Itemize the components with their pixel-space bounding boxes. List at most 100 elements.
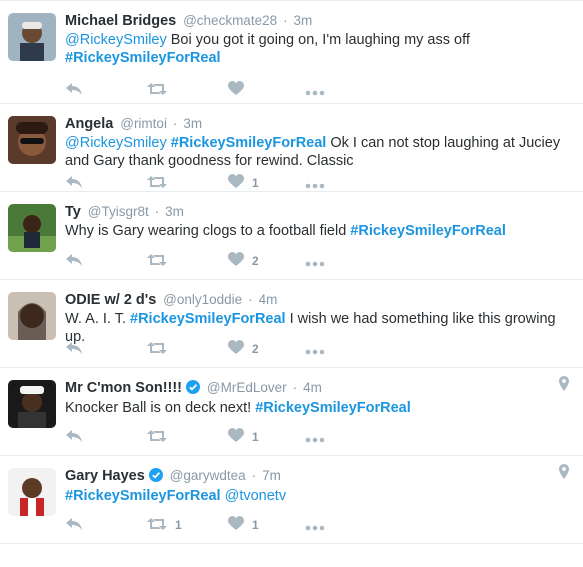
- time-separator: ·: [292, 379, 298, 395]
- more-button[interactable]: [305, 254, 325, 272]
- avatar[interactable]: [8, 116, 56, 164]
- tweet-timestamp[interactable]: 3m: [165, 204, 184, 219]
- avatar[interactable]: [8, 204, 56, 252]
- tweet-text-segment: Boi you got it going on, I'm laughing my…: [166, 32, 470, 48]
- reply-icon: [65, 253, 83, 270]
- reply-button[interactable]: [65, 81, 83, 99]
- tweet-text-segment: Knocker Ball is on deck next!: [65, 400, 256, 416]
- time-separator: ·: [251, 467, 257, 483]
- retweet-icon: [147, 175, 167, 192]
- hashtag-link[interactable]: #RickeySmileyForReal: [171, 135, 327, 151]
- hashtag-link[interactable]: #RickeySmileyForReal: [65, 488, 221, 504]
- user-fullname[interactable]: Angela: [65, 116, 113, 132]
- user-handle[interactable]: @garywdtea: [170, 468, 246, 483]
- tweet-timestamp[interactable]: 3m: [183, 116, 202, 131]
- time-separator: ·: [248, 291, 253, 307]
- tweet[interactable]: Michael Bridges @checkmate28 · 3m @Ricke…: [0, 1, 583, 104]
- tweet-timestamp[interactable]: 7m: [262, 468, 281, 483]
- more-dots-icon: [305, 520, 325, 534]
- user-handle[interactable]: @checkmate28: [183, 13, 277, 28]
- avatar[interactable]: [8, 13, 56, 61]
- hashtag-link[interactable]: #RickeySmileyForReal: [130, 311, 286, 327]
- user-handle[interactable]: @rimtoi: [120, 116, 167, 131]
- heart-icon: [228, 428, 244, 446]
- like-button[interactable]: 1: [228, 428, 259, 446]
- tweet[interactable]: Mr C'mon Son!!!! @MrEdLover · 4m Knocker…: [0, 368, 583, 456]
- location-pin-icon[interactable]: [559, 376, 569, 396]
- heart-icon: [228, 174, 244, 192]
- reply-button[interactable]: [65, 340, 83, 358]
- like-button[interactable]: 1: [228, 174, 259, 192]
- tweet-text: Knocker Ball is on deck next! #RickeySmi…: [65, 399, 575, 417]
- retweet-icon: [147, 517, 167, 534]
- retweet-count: 1: [175, 518, 182, 532]
- user-fullname[interactable]: ODIE w/ 2 d's: [65, 292, 156, 308]
- reply-button[interactable]: [65, 252, 83, 270]
- user-handle[interactable]: @only1oddie: [163, 292, 242, 307]
- retweet-button[interactable]: 1: [147, 516, 182, 534]
- user-fullname[interactable]: Ty: [65, 204, 81, 220]
- more-dots-icon: [305, 432, 325, 446]
- mention-link[interactable]: @RickeySmiley: [65, 32, 167, 48]
- heart-icon: [228, 516, 244, 534]
- reply-button[interactable]: [65, 428, 83, 446]
- time-separator: ·: [282, 12, 288, 28]
- user-fullname[interactable]: Gary Hayes: [65, 468, 145, 484]
- tweet-timestamp[interactable]: 4m: [259, 292, 278, 307]
- more-button[interactable]: [305, 83, 325, 101]
- tweet-actions: [65, 81, 365, 99]
- mention-link[interactable]: @RickeySmiley: [65, 135, 167, 151]
- tweet-text-segment: Why is Gary wearing clogs to a football …: [65, 223, 351, 239]
- reply-button[interactable]: [65, 516, 83, 534]
- tweet-actions: 2: [65, 340, 365, 358]
- mention-link[interactable]: @tvonetv: [225, 488, 286, 504]
- tweet-text: #RickeySmileyForReal @tvonetv: [65, 487, 575, 505]
- like-button[interactable]: 2: [228, 252, 259, 270]
- more-button[interactable]: [305, 342, 325, 360]
- reply-icon: [65, 429, 83, 446]
- heart-icon: [228, 81, 244, 99]
- like-button[interactable]: 2: [228, 340, 259, 358]
- user-fullname[interactable]: Michael Bridges: [65, 13, 176, 29]
- reply-button[interactable]: [65, 174, 83, 192]
- tweet[interactable]: Ty @Tyisgr8t · 3m Why is Gary wearing cl…: [0, 192, 583, 280]
- more-button[interactable]: [305, 518, 325, 536]
- more-button[interactable]: [305, 430, 325, 448]
- tweet[interactable]: Angela @rimtoi · 3m @RickeySmiley #Ricke…: [0, 104, 583, 192]
- like-button[interactable]: 1: [228, 516, 259, 534]
- tweet-timestamp[interactable]: 3m: [294, 13, 313, 28]
- time-separator: ·: [172, 115, 178, 131]
- retweet-icon: [147, 341, 167, 358]
- avatar[interactable]: [8, 468, 56, 516]
- tweet-actions: 1: [65, 174, 365, 192]
- location-pin-icon[interactable]: [559, 464, 569, 484]
- retweet-button[interactable]: [147, 174, 175, 192]
- verified-badge-icon: [148, 468, 163, 486]
- tweet-actions: 2: [65, 252, 365, 270]
- avatar[interactable]: [8, 380, 56, 428]
- hashtag-link[interactable]: #RickeySmileyForReal: [65, 50, 221, 66]
- more-dots-icon: [305, 85, 325, 99]
- tweet[interactable]: ODIE w/ 2 d's @only1oddie · 4m W. A. I. …: [0, 280, 583, 368]
- reply-icon: [65, 175, 83, 192]
- retweet-button[interactable]: [147, 81, 175, 99]
- like-count: 2: [252, 254, 259, 268]
- tweet-text-segment: W. A. I. T.: [65, 311, 131, 327]
- avatar[interactable]: [8, 292, 56, 340]
- user-handle[interactable]: @Tyisgr8t: [88, 204, 149, 219]
- more-dots-icon: [305, 344, 325, 358]
- retweet-button[interactable]: [147, 340, 175, 358]
- retweet-button[interactable]: [147, 428, 175, 446]
- like-button[interactable]: [228, 81, 252, 99]
- retweet-icon: [147, 429, 167, 446]
- more-dots-icon: [305, 256, 325, 270]
- retweet-button[interactable]: [147, 252, 175, 270]
- user-handle[interactable]: @MrEdLover: [207, 380, 287, 395]
- tweet[interactable]: Gary Hayes @garywdtea · 7m #RickeySmiley…: [0, 456, 583, 544]
- user-fullname[interactable]: Mr C'mon Son!!!!: [65, 380, 182, 396]
- like-count: 1: [252, 176, 259, 190]
- hashtag-link[interactable]: #RickeySmileyForReal: [350, 223, 506, 239]
- tweet-text: Why is Gary wearing clogs to a football …: [65, 222, 575, 240]
- tweet-timestamp[interactable]: 4m: [303, 380, 322, 395]
- hashtag-link[interactable]: #RickeySmileyForReal: [255, 400, 411, 416]
